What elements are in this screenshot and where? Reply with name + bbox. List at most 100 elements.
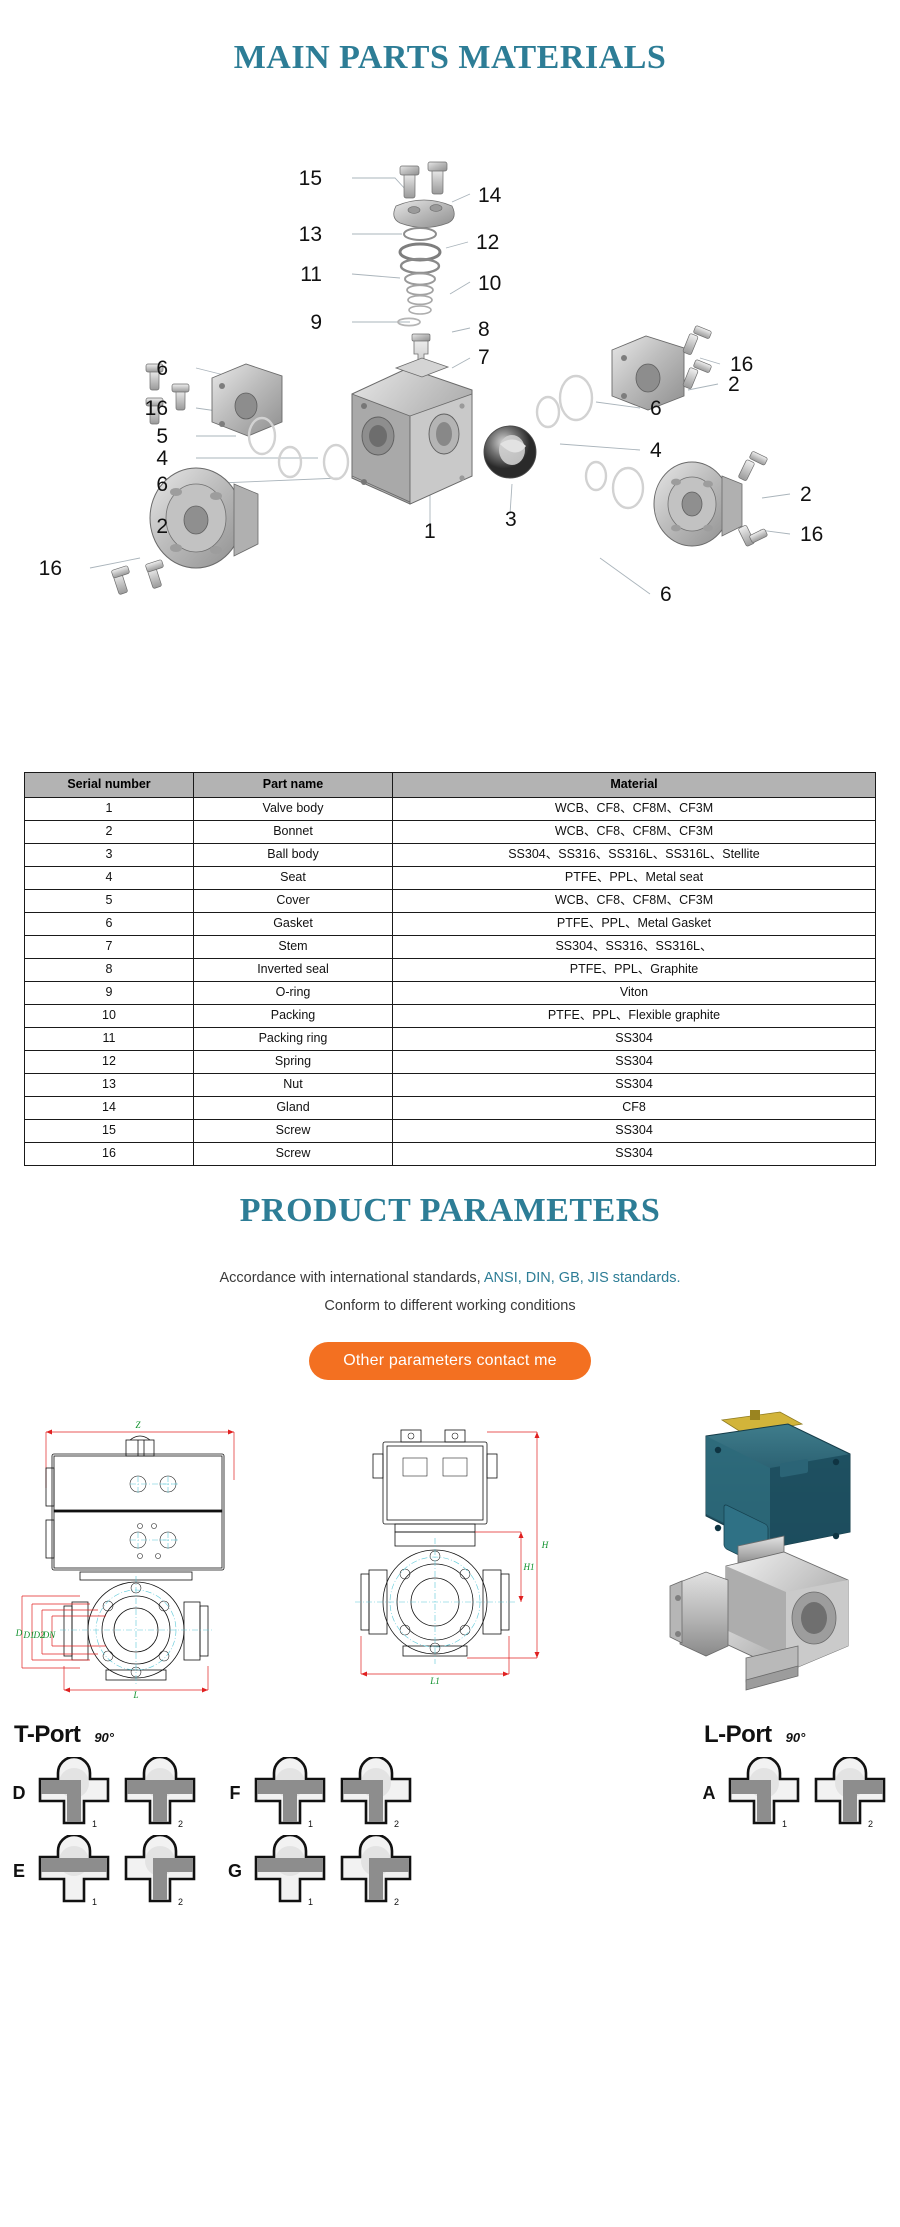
port-flow-l-left-down: 1 xyxy=(728,1757,800,1829)
svg-text:6: 6 xyxy=(660,583,672,606)
standards-line-accent: ANSI, DIN, GB, JIS standards. xyxy=(483,1270,681,1287)
port-letter-g: G xyxy=(227,1860,242,1881)
side-actuator-detail xyxy=(402,1432,468,1477)
table-header-row: Serial number Part name Material xyxy=(24,771,876,798)
table-row: 15 Screw SS304 xyxy=(24,1118,876,1143)
cell-serial-number: 9 xyxy=(24,980,194,1005)
port-configurations: T-Port 90° D 1 2 E 1 2 F 1 2 G 1 2 L-Port 90° A 1 2 xyxy=(10,1721,890,1931)
port-flow-t-right-down: 2 xyxy=(124,1835,196,1907)
port-flow-t-right-down: 2 xyxy=(340,1835,412,1907)
port-index-label: 2 xyxy=(178,1897,183,1907)
side-centerlines xyxy=(355,1538,517,1665)
cell-part-name: Packing ring xyxy=(193,1026,393,1051)
table-row: 3 Ball body SS304、SS316、SS316L、SS316L、Stel… xyxy=(24,842,876,867)
cell-part-name: Ball body xyxy=(193,842,393,867)
port-cell: 1 xyxy=(250,1757,330,1829)
cell-serial-number: 11 xyxy=(24,1026,194,1051)
cell-material: SS304 xyxy=(392,1049,876,1074)
svg-text:16: 16 xyxy=(800,523,823,546)
port-flow-t-left-right: 1 xyxy=(254,1835,326,1907)
table-row: 4 Seat PTFE、PPL、Metal seat xyxy=(24,865,876,890)
l-port-grid: A 1 2 xyxy=(700,1757,890,1829)
svg-text:10: 10 xyxy=(478,272,501,295)
cell-material: Viton xyxy=(392,980,876,1005)
cell-serial-number: 1 xyxy=(24,796,194,821)
cad-drawings-row: Z D D1 D2 DN L H H1 L1 xyxy=(10,1406,890,1703)
cell-material: PTFE、PPL、Flexible graphite xyxy=(392,1003,876,1028)
port-flow-t-left-right-down: 2 xyxy=(124,1757,196,1829)
main-parts-materials-table: Serial number Part name Material 1 Valve … xyxy=(24,771,876,1166)
port-flow-t-left-down: 1 xyxy=(38,1757,110,1829)
svg-text:6: 6 xyxy=(156,357,168,380)
svg-text:7: 7 xyxy=(478,346,490,369)
svg-text:16: 16 xyxy=(39,557,62,580)
table-row: 16 Screw SS304 xyxy=(24,1141,876,1166)
cad-front-view-svg: Z D D1 D2 DN L xyxy=(15,1420,235,1700)
port-cell: 2 xyxy=(120,1835,200,1907)
cell-material: SS304 xyxy=(392,1141,876,1166)
cell-material: SS304 xyxy=(392,1118,876,1143)
valve-photo-left-flange xyxy=(669,1571,729,1657)
svg-text:9: 9 xyxy=(310,311,322,334)
cell-part-name: Inverted seal xyxy=(193,957,393,982)
cell-material: CF8 xyxy=(392,1095,876,1120)
actuator-centerlines xyxy=(130,1476,178,1551)
contact-button-row: Other parameters contact me xyxy=(0,1320,900,1396)
dim-label-l1: L1 xyxy=(429,1676,440,1686)
flow-channel xyxy=(41,1858,107,1873)
other-parameters-contact-button[interactable]: Other parameters contact me xyxy=(309,1342,591,1381)
cad-front-view: Z D D1 D2 DN L xyxy=(10,1406,262,1703)
cell-serial-number: 3 xyxy=(24,842,194,867)
svg-text:14: 14 xyxy=(478,184,502,207)
valve-front-centerlines xyxy=(60,1576,214,1687)
cell-serial-number: 2 xyxy=(24,819,194,844)
table-row: 2 Bonnet WCB、CF8、CF8M、CF3M xyxy=(24,819,876,844)
table-row: 5 Cover WCB、CF8、CF8M、CF3M xyxy=(24,888,876,913)
cell-serial-number: 10 xyxy=(24,1003,194,1028)
port-letter-a: A xyxy=(702,1782,716,1803)
t-port-left-grid: D 1 2 E 1 2 xyxy=(10,1757,200,1907)
ball-body xyxy=(483,425,537,478)
cad-product-photo xyxy=(630,1406,890,1703)
port-cell: 2 xyxy=(336,1835,416,1907)
t-port-header: T-Port 90° xyxy=(10,1721,416,1749)
dim-label-d: D xyxy=(15,1628,23,1638)
svg-text:4: 4 xyxy=(156,447,168,470)
svg-text:2: 2 xyxy=(728,373,740,396)
cell-serial-number: 6 xyxy=(24,911,194,936)
port-index-label: 1 xyxy=(92,1897,97,1907)
table-row: 11 Packing ring SS304 xyxy=(24,1026,876,1051)
cell-serial-number: 15 xyxy=(24,1118,194,1143)
port-flow-t-left-down: 2 xyxy=(340,1757,412,1829)
port-cell: 2 xyxy=(336,1757,416,1829)
dimension-h1 xyxy=(475,1531,524,1603)
cell-serial-number: 8 xyxy=(24,957,194,982)
cell-part-name: Bonnet xyxy=(193,819,393,844)
svg-text:8: 8 xyxy=(478,318,490,341)
svg-text:5: 5 xyxy=(156,425,168,448)
svg-text:2: 2 xyxy=(156,515,168,538)
cell-material: SS304 xyxy=(392,1026,876,1051)
cell-serial-number: 4 xyxy=(24,865,194,890)
exploded-diagram: 15 14 13 12 11 10 9 8 7 6 16 5 4 6 2 16 … xyxy=(0,106,900,766)
port-letter-d: D xyxy=(12,1782,26,1803)
table-row: 9 O-ring Viton xyxy=(24,980,876,1005)
port-index-label: 1 xyxy=(308,1897,313,1907)
table-row: 7 Stem SS304、SS316、SS316L、 xyxy=(24,934,876,959)
page-title-main-parts: MAIN PARTS MATERIALS xyxy=(233,38,667,76)
t-port-group: T-Port 90° D 1 2 E 1 2 F 1 2 G 1 2 xyxy=(10,1721,416,1907)
port-row-e: E 1 2 xyxy=(10,1835,200,1907)
cell-part-name: Cover xyxy=(193,888,393,913)
svg-text:6: 6 xyxy=(156,473,168,496)
port-index-label: 2 xyxy=(394,1819,399,1829)
cell-serial-number: 5 xyxy=(24,888,194,913)
port-index-label: 2 xyxy=(868,1819,873,1829)
actuator-body xyxy=(45,1435,225,1571)
exploded-diagram-svg: 15 14 13 12 11 10 9 8 7 6 16 5 4 6 2 16 … xyxy=(39,161,823,606)
table-body: 1 Valve body WCB、CF8、CF8M、CF3M 2 Bonnet WCB、C… xyxy=(24,796,876,1166)
product-parameters-subtitle: Accordance with international standards,… xyxy=(0,1265,900,1320)
cell-part-name: Screw xyxy=(193,1118,393,1143)
cell-serial-number: 7 xyxy=(24,934,194,959)
port-cell: 2 xyxy=(810,1757,890,1829)
table-row: 12 Spring SS304 xyxy=(24,1049,876,1074)
